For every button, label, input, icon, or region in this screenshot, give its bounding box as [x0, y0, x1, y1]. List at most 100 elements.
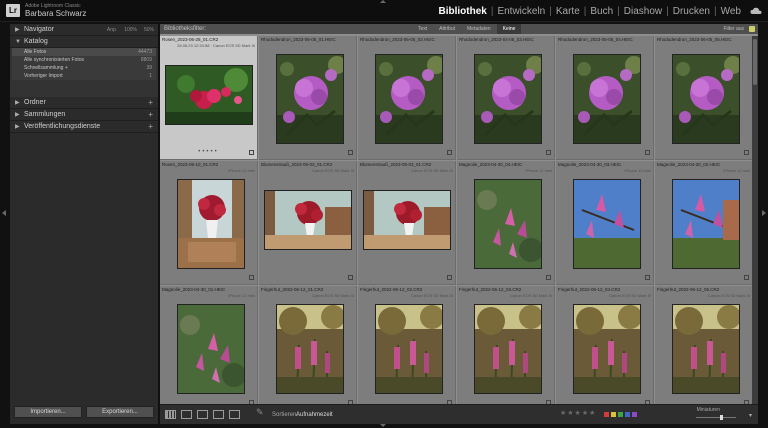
grid-cell[interactable]: Blumenstrauß_2023-05-03_01.CR2 Canon EOS … [358, 161, 456, 285]
filter-tab-attribute[interactable]: Attribut [433, 24, 461, 34]
grid-cell[interactable]: Magnolie_2023-04-30_02.HEIC iPhone 12 min… [655, 161, 752, 285]
slider-knob[interactable] [720, 415, 723, 420]
photo-thumbnail[interactable] [672, 179, 740, 269]
add-folder-icon[interactable]: + [148, 97, 153, 109]
import-button[interactable]: Importieren... [14, 406, 82, 418]
rating-stars[interactable]: ★★★★★ [560, 409, 596, 417]
module-karte[interactable]: Karte [553, 6, 583, 18]
photo-thumbnail[interactable] [264, 190, 352, 250]
collapse-right-icon[interactable] [762, 210, 766, 216]
zoom-100[interactable]: 100% [124, 24, 137, 36]
scrollbar-thumb[interactable] [753, 39, 757, 85]
filter-tab-metadata[interactable]: Metadaten [461, 24, 497, 34]
grid-cell[interactable]: Rhododendron_2023-06-05_04.HEIC [556, 36, 654, 160]
collapse-top-icon[interactable] [380, 0, 386, 3]
rating-dots[interactable]: ••••• [160, 149, 257, 155]
photo-thumbnail[interactable] [177, 304, 245, 394]
grid-cell[interactable]: Magnolie_2023-04-30_04.HEIC iPhone 12 min… [457, 161, 555, 285]
module-diashow[interactable]: Diashow [621, 6, 665, 18]
filter-title: Bibliotheksfilter: [164, 26, 207, 32]
library-filter-bar: Bibliotheksfilter: Text Attribut Metadat… [160, 24, 758, 34]
grid-cell[interactable]: Rhododendron_2023-06-05_01.HEIC [259, 36, 357, 160]
collapse-left-icon[interactable] [2, 210, 6, 216]
photo-thumbnail[interactable] [276, 54, 344, 144]
edit-badge-icon [249, 150, 254, 155]
catalog-item-quick-collection[interactable]: Schnellsammlung + 39 [12, 64, 156, 72]
grid-cell[interactable]: Fingerhut_2022-06-12_01.CR2 Canon EOS 5D … [259, 286, 357, 404]
module-bibliothek[interactable]: Bibliothek [435, 6, 489, 18]
photo-thumbnail[interactable] [573, 304, 641, 394]
edit-badge-icon [744, 150, 749, 155]
lock-icon[interactable] [749, 26, 755, 32]
photo-thumbnail[interactable] [474, 304, 542, 394]
grid-cell[interactable]: Fingerhut_2022-06-12_05.CR2 Canon EOS 5D … [655, 286, 752, 404]
grid-cell[interactable]: Rhododendron_2023-04-05_03.HEIC [457, 36, 555, 160]
grid-cell[interactable]: Rhododendron_2023-06-05_02.HEIC [358, 36, 456, 160]
collapse-bottom-icon[interactable] [380, 424, 386, 427]
filter-preset-dropdown[interactable]: Filter aus [723, 24, 744, 34]
photo-thumbnail[interactable] [573, 54, 641, 144]
catalog-header[interactable]: ▼ Katalog [10, 36, 158, 48]
filter-tab-none[interactable]: Keine [496, 24, 522, 34]
spray-can-icon[interactable]: ✎ [256, 407, 264, 417]
sort-dropdown[interactable]: Aufnahmezeit [296, 410, 333, 420]
navigator-label: Navigator [24, 26, 54, 33]
photo-thumbnail[interactable] [375, 304, 443, 394]
photo-thumbnail[interactable] [573, 179, 641, 269]
color-label-swatch[interactable] [625, 412, 630, 417]
folders-header[interactable]: ▶ Ordner + [10, 97, 158, 109]
cloud-icon[interactable] [750, 7, 762, 15]
grid-cell[interactable]: Fingerhut_2022-06-12_03.CR2 Canon EOS 5D … [457, 286, 555, 404]
module-drucken[interactable]: Drucken [670, 6, 713, 18]
module-entwickeln[interactable]: Entwickeln [494, 6, 548, 18]
compare-view-icon[interactable] [197, 410, 208, 419]
grid-scrollbar[interactable] [752, 36, 758, 404]
color-label-swatch[interactable] [611, 412, 616, 417]
grid-cell[interactable]: Rosen_2023-06-28_01.CR2 28.06.23 12:34:58… [160, 36, 258, 160]
catalog-item-previous-import[interactable]: Vorheriger Import 1 [12, 72, 156, 80]
color-label-swatch[interactable] [632, 412, 637, 417]
cell-metadata: 28.06.23 12:34:58 · Canon EOS 5D Mark II… [177, 43, 255, 48]
toolbar-options-icon[interactable]: ▾ [749, 412, 752, 419]
catalog-item-all-photos[interactable]: Alle Fotos 44473 [12, 48, 156, 56]
grid-cell[interactable]: Rosen_2023-06-10_01.CR2 iPhone 12 mini [160, 161, 258, 285]
collections-header[interactable]: ▶ Sammlungen + [10, 109, 158, 121]
grid-cell[interactable]: Blumenstrauß_2023-05-03_01.CR2 Canon EOS … [259, 161, 357, 285]
grid-cell[interactable]: Magnolie_2023-04-30_03.HEIC iPhone 12 min… [556, 161, 654, 285]
zoom-fit[interactable]: Anp. [107, 24, 117, 36]
grid-cell[interactable]: Magnolie_2023-04-30_01.HEIC iPhone 12 min… [160, 286, 258, 404]
export-button[interactable]: Exportieren... [86, 406, 154, 418]
publish-services-header[interactable]: ▶ Veröffentlichungsdienste + [10, 121, 158, 133]
edit-badge-icon [645, 150, 650, 155]
grid-cell[interactable]: Fingerhut_2022-06-12_04.CR2 Canon EOS 5D … [556, 286, 654, 404]
module-web[interactable]: Web [718, 6, 744, 18]
photo-thumbnail[interactable] [165, 65, 253, 125]
grid-view-icon[interactable] [165, 410, 176, 419]
photo-thumbnail[interactable] [672, 54, 740, 144]
photo-thumbnail[interactable] [672, 304, 740, 394]
survey-view-icon[interactable] [213, 410, 224, 419]
color-label-swatch[interactable] [618, 412, 623, 417]
filter-tab-text[interactable]: Text [412, 24, 433, 34]
grid-cell[interactable]: Fingerhut_2022-06-12_02.CR2 Canon EOS 5D … [358, 286, 456, 404]
add-collection-icon[interactable]: + [148, 109, 153, 121]
cell-filename: Rhododendron_2023-06-05_02.HEIC [360, 37, 435, 42]
catalog-item-synced[interactable]: Alle synchronisierten Fotos 8809 [12, 56, 156, 64]
navigator-header[interactable]: ▶ Navigator Anp. 100% 50% [10, 24, 158, 36]
photo-thumbnail[interactable] [474, 54, 542, 144]
add-publish-service-icon[interactable]: + [148, 121, 153, 133]
zoom-50[interactable]: 50% [144, 24, 154, 36]
module-buch[interactable]: Buch [587, 6, 616, 18]
photo-thumbnail[interactable] [363, 190, 451, 250]
color-label-swatch[interactable] [604, 412, 609, 417]
photo-thumbnail[interactable] [177, 179, 245, 269]
loupe-view-icon[interactable] [181, 410, 192, 419]
people-view-icon[interactable] [229, 410, 240, 419]
grid-cell[interactable]: Rhododendron_2023-06-05_05.HEIC [655, 36, 752, 160]
photo-thumbnail[interactable] [276, 304, 344, 394]
expand-arrow-icon: ▶ [15, 112, 20, 118]
photo-thumbnail[interactable] [375, 54, 443, 144]
thumbnail-size-slider[interactable] [696, 417, 736, 418]
photo-thumbnail[interactable] [474, 179, 542, 269]
cell-metadata: Canon EOS 5D Mark III [410, 293, 453, 298]
